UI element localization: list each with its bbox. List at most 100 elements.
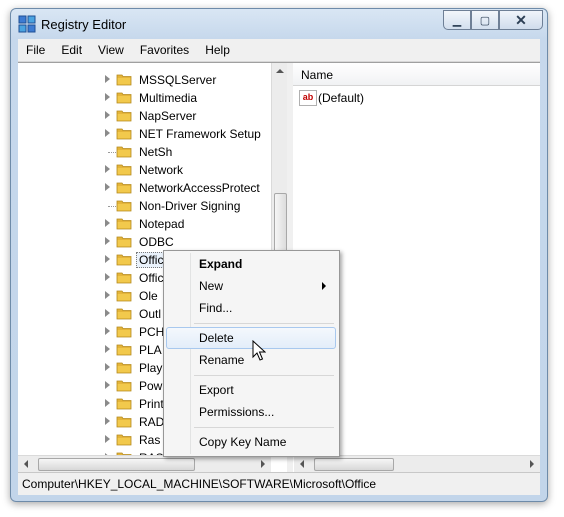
tree-item-label: NetworkAccessProtect (139, 181, 260, 195)
tree-item-label: Ole (139, 289, 158, 303)
menu-item-rename[interactable]: Rename (166, 349, 336, 371)
tree-item[interactable]: Notepad (18, 215, 271, 233)
folder-icon (116, 290, 132, 302)
tree-item[interactable]: NetSh (18, 143, 271, 161)
expand-arrow-icon[interactable] (105, 129, 110, 137)
menu-item-delete[interactable]: Delete (166, 327, 336, 349)
expand-arrow-icon[interactable] (105, 345, 110, 353)
menu-file[interactable]: File (18, 39, 53, 61)
expand-arrow-icon[interactable] (105, 183, 110, 191)
scroll-right-icon[interactable] (261, 460, 265, 468)
tree-item-label: Offic (139, 271, 164, 285)
folder-icon (116, 182, 132, 194)
tree-item[interactable]: ODBC (18, 233, 271, 251)
scroll-right-icon[interactable] (530, 460, 534, 468)
expand-arrow-icon[interactable] (105, 237, 110, 245)
folder-icon (116, 272, 132, 284)
scroll-left-icon[interactable] (300, 460, 304, 468)
window-title: Registry Editor (41, 17, 127, 32)
folder-icon (116, 218, 132, 230)
expand-arrow-icon[interactable] (105, 219, 110, 227)
menu-item-copy-key-name[interactable]: Copy Key Name (166, 431, 336, 453)
tree-item-label: Ras (139, 433, 161, 447)
menu-item-expand[interactable]: Expand (166, 253, 336, 275)
tree-item[interactable]: Multimedia (18, 89, 271, 107)
expand-arrow-icon[interactable] (105, 363, 110, 371)
tree-horizontal-scrollbar[interactable] (18, 455, 271, 473)
tree-item[interactable]: NapServer (18, 107, 271, 125)
tree-item-label: NET Framework Setup (139, 127, 261, 141)
expand-arrow-icon[interactable] (105, 327, 110, 335)
tree-item[interactable]: NetworkAccessProtect (18, 179, 271, 197)
tree-item[interactable]: NET Framework Setup (18, 125, 271, 143)
tree-item-label: Pow (139, 379, 163, 393)
expand-arrow-icon[interactable] (105, 399, 110, 407)
tree-item-label: Multimedia (139, 91, 198, 105)
tree-item[interactable]: Network (18, 161, 271, 179)
close-button[interactable]: ✕ (499, 10, 543, 30)
menu-item-new[interactable]: New (166, 275, 336, 297)
folder-icon (116, 416, 132, 428)
menu-edit[interactable]: Edit (53, 39, 90, 61)
expand-arrow-icon[interactable] (105, 381, 110, 389)
expand-arrow-icon[interactable] (105, 435, 110, 443)
expand-arrow-icon[interactable] (105, 255, 110, 263)
expand-arrow-icon[interactable] (105, 291, 110, 299)
tree-item-label: NapServer (139, 109, 197, 123)
maximize-button[interactable]: ▢ (471, 10, 499, 30)
expand-arrow-icon[interactable] (105, 309, 110, 317)
folder-icon (116, 344, 132, 356)
tree-item-label: Print (139, 397, 164, 411)
folder-icon (116, 92, 132, 104)
folder-icon (116, 236, 132, 248)
menu-help[interactable]: Help (197, 39, 238, 61)
string-value-icon: ab (299, 90, 317, 106)
scroll-up-icon[interactable] (276, 69, 284, 73)
menu-item-export[interactable]: Export (166, 379, 336, 401)
column-header-name[interactable]: Name (293, 63, 540, 86)
menu-item-label: Export (199, 383, 234, 397)
tree-item[interactable]: Non-Driver Signing (18, 197, 271, 215)
tree-item-label: MSSQLServer (139, 73, 217, 87)
column-header-label: Name (301, 68, 334, 82)
tree-connector (108, 152, 116, 153)
expand-arrow-icon[interactable] (105, 273, 110, 281)
menu-bar: File Edit View Favorites Help (18, 39, 540, 62)
scroll-thumb[interactable] (38, 458, 195, 471)
menu-item-permissions[interactable]: Permissions... (166, 401, 336, 423)
menu-item-label: Rename (199, 353, 245, 367)
tree-item-label: Notepad (139, 217, 185, 231)
scroll-left-icon[interactable] (24, 460, 28, 468)
menu-item-find[interactable]: Find... (166, 297, 336, 319)
expand-arrow-icon[interactable] (105, 165, 110, 173)
folder-icon (116, 326, 132, 338)
title-bar[interactable]: Registry Editor ▁ ▢ ✕ (11, 9, 547, 39)
maximize-icon: ▢ (479, 14, 491, 27)
minimize-button[interactable]: ▁ (443, 10, 471, 30)
menu-item-label: Delete (199, 331, 234, 345)
expand-arrow-icon[interactable] (105, 111, 110, 119)
tree-item-label: NetSh (139, 145, 173, 159)
expand-arrow-icon[interactable] (105, 93, 110, 101)
menu-favorites[interactable]: Favorites (132, 39, 197, 61)
folder-icon (116, 254, 132, 266)
tree-item-label: Non-Driver Signing (139, 199, 241, 213)
tree-item-label: Play (139, 361, 163, 375)
menu-item-label: New (199, 279, 224, 293)
tree-item-label: Network (139, 163, 184, 177)
values-horizontal-scrollbar[interactable] (294, 455, 540, 473)
tree-item-label: PLA (139, 343, 162, 357)
minimize-icon: ▁ (452, 14, 462, 27)
folder-icon (116, 380, 132, 392)
tree-item[interactable]: MSSQLServer (18, 71, 271, 89)
value-name: (Default) (318, 91, 365, 105)
folder-icon (116, 74, 132, 86)
folder-icon (116, 434, 132, 446)
menu-view[interactable]: View (90, 39, 132, 61)
expand-arrow-icon[interactable] (105, 417, 110, 425)
scroll-thumb[interactable] (314, 458, 394, 471)
menu-item-label: Find... (199, 301, 233, 315)
status-path: Computer\HKEY_LOCAL_MACHINE\SOFTWARE\Mic… (22, 477, 377, 491)
tree-item-label: PCH (139, 325, 165, 339)
expand-arrow-icon[interactable] (105, 75, 110, 83)
